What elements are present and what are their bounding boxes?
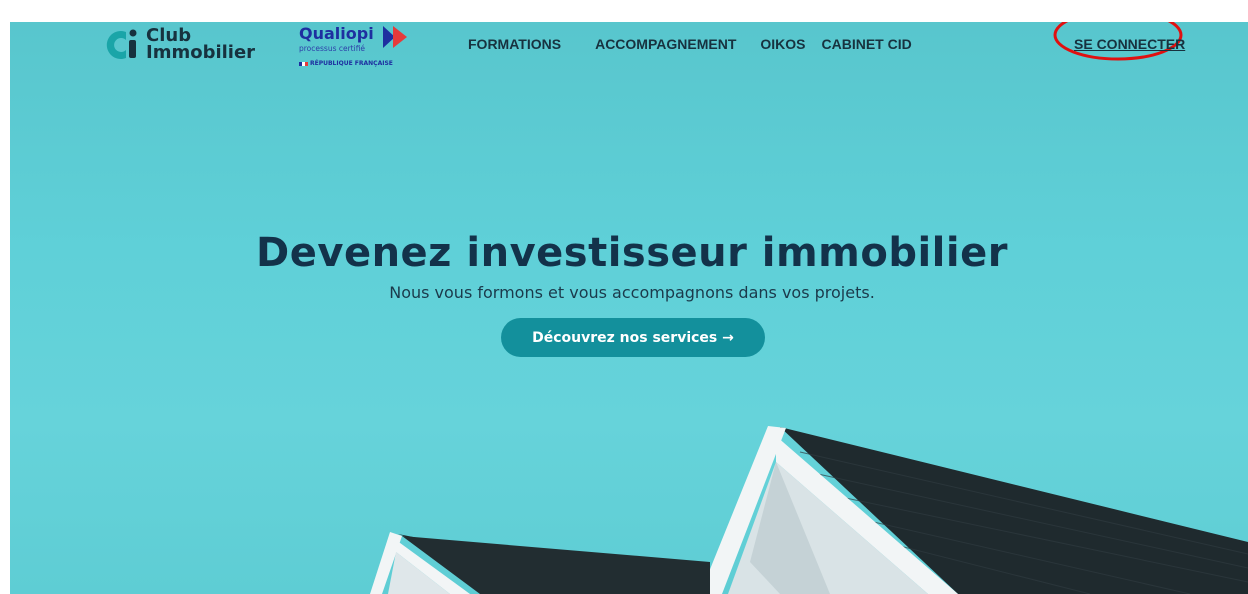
main-nav: FORMATIONS ACCOMPAGNEMENT OIKOS CABINET … — [468, 36, 946, 52]
nav-oikos[interactable]: OIKOS — [760, 36, 805, 52]
hero-subtitle: Nous vous formons et vous accompagnons d… — [389, 283, 875, 302]
club-immobilier-logo[interactable]: Club Immobilier — [104, 26, 255, 62]
house-roofs-image — [370, 426, 1248, 594]
login-link[interactable]: SE CONNECTER — [1074, 36, 1185, 52]
discover-services-button[interactable]: Découvrez nos services → — [501, 318, 765, 357]
french-flag-icon — [299, 61, 308, 66]
logo-line-2: Immobilier — [146, 42, 256, 63]
logo-text: Club Immobilier — [146, 27, 256, 63]
logo-ci-icon — [106, 29, 137, 59]
nav-formations[interactable]: FORMATIONS — [468, 36, 561, 52]
qualiopi-name: Qualiopi — [299, 24, 374, 43]
hero-section: Club Immobilier Qualiopi processus certi… — [10, 22, 1248, 594]
nav-cabinet-cid[interactable]: CABINET CID — [822, 36, 912, 52]
site-header: Club Immobilier Qualiopi processus certi… — [10, 22, 1248, 74]
nav-accompagnement[interactable]: ACCOMPAGNEMENT — [595, 36, 736, 52]
republique-text: RÉPUBLIQUE FRANÇAISE — [310, 60, 393, 67]
republique-francaise-label: RÉPUBLIQUE FRANÇAISE — [299, 60, 393, 67]
hero-title: Devenez investisseur immobilier — [256, 230, 1008, 276]
qualiopi-subtitle: processus certifié — [299, 44, 366, 53]
qualiopi-certification-logo: Qualiopi processus certifié RÉPUBLIQUE F… — [299, 24, 419, 70]
qualiopi-arrows-icon — [383, 26, 407, 48]
